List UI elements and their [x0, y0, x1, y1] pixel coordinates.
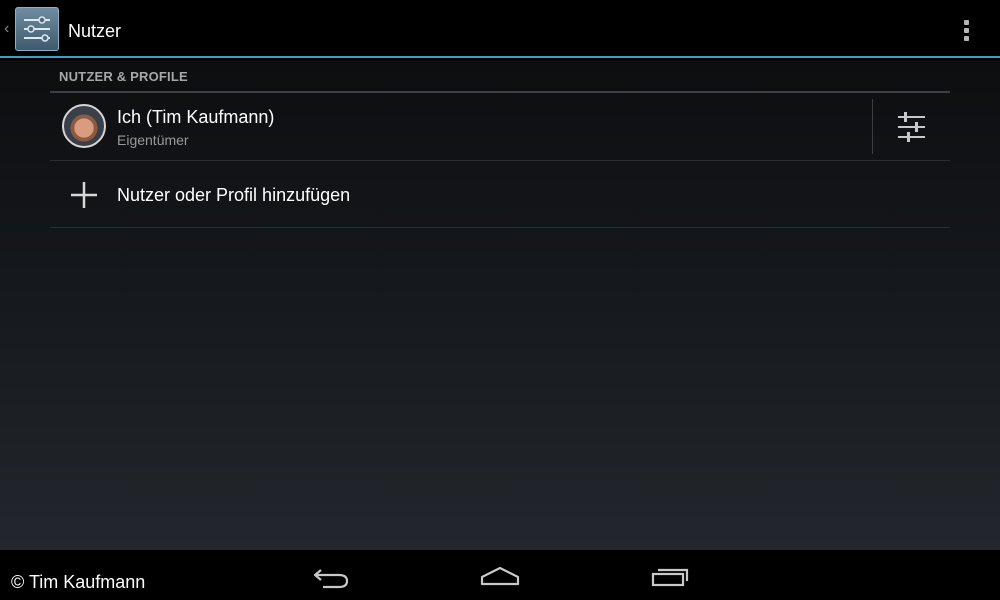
home-icon [480, 566, 520, 586]
user-role: Eigentümer [117, 132, 189, 148]
avatar [62, 104, 106, 148]
back-icon [313, 569, 349, 589]
recent-apps-button[interactable] [640, 560, 700, 594]
screen: ‹ Nutzer NUTZER & PROFILE Ich (Tim Kaufm… [0, 0, 1000, 600]
section-header-label: NUTZER & PROFILE [59, 69, 188, 84]
page-title: Nutzer [68, 21, 122, 41]
user-settings-sliders-icon [898, 112, 925, 142]
plus-icon [71, 182, 97, 208]
recent-apps-icon [651, 568, 689, 587]
settings-sliders-icon [15, 7, 59, 51]
add-user-label: Nutzer oder Profil hinzufügen [117, 185, 351, 205]
back-button[interactable] [301, 560, 361, 594]
action-bar: ‹ Nutzer [0, 0, 1000, 58]
user-settings-button[interactable] [873, 93, 950, 160]
overflow-menu-icon[interactable] [950, 8, 984, 52]
content-area: NUTZER & PROFILE Ich (Tim Kaufmann) Eige… [0, 60, 1000, 550]
user-row[interactable]: Ich (Tim Kaufmann) Eigentümer [50, 93, 950, 161]
add-user-button[interactable]: Nutzer oder Profil hinzufügen [50, 161, 950, 228]
navigation-bar: © Tim Kaufmann [0, 550, 1000, 600]
section-header: NUTZER & PROFILE [50, 60, 950, 93]
copyright-watermark: © Tim Kaufmann [11, 572, 146, 592]
user-name: Ich (Tim Kaufmann) [117, 107, 275, 127]
up-caret-icon: ‹ [4, 20, 10, 37]
home-button[interactable] [470, 560, 530, 594]
